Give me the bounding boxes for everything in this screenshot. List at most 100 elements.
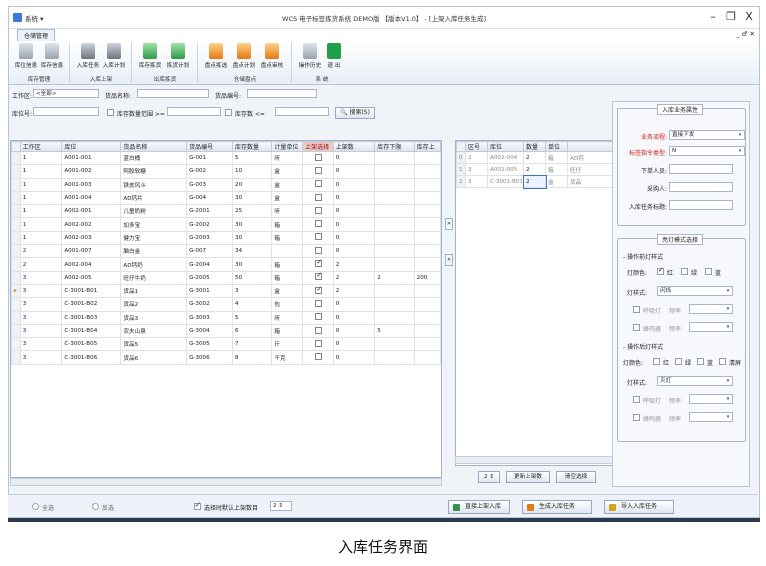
putaway-select-checkbox[interactable] <box>315 299 323 307</box>
table-row[interactable]: 1 A002-001 儿童奶粉 G-2001 25 听 0 <box>11 204 441 219</box>
qty-range-checkbox[interactable] <box>107 109 114 116</box>
col-header-unit[interactable]: 计量单位 <box>271 141 304 152</box>
invert-select-radio[interactable] <box>92 503 99 510</box>
cell-select[interactable] <box>302 217 334 232</box>
cell-putaway-qty[interactable]: 0 <box>332 297 376 312</box>
before-green-checkbox[interactable] <box>681 268 688 275</box>
cell-putaway-qty[interactable]: 2 <box>332 257 376 272</box>
cell-select[interactable] <box>302 310 334 325</box>
table-row[interactable]: 1 A001-004 AD钙片 G-004 30 盒 0 <box>11 190 441 206</box>
putaway-select-checkbox[interactable] <box>315 272 323 281</box>
child-window-controls[interactable]: _ ♂ ✕ <box>736 30 755 38</box>
right-cell-qty[interactable]: 2 <box>523 151 546 164</box>
task-title-input[interactable] <box>669 200 733 210</box>
after-freq-select[interactable]: ▾ <box>689 394 733 404</box>
putaway-select-checkbox[interactable] <box>315 353 323 361</box>
cell-putaway-qty[interactable]: 2 <box>332 270 376 285</box>
after-red-checkbox[interactable] <box>653 358 660 365</box>
goods-code-input[interactable] <box>247 89 317 98</box>
putaway-select-checkbox[interactable] <box>315 233 323 241</box>
table-row[interactable]: 3 C-3001-B02 货品2 G-3002 4 包 0 <box>11 297 441 312</box>
cmd-type-select[interactable]: N ▾ <box>669 146 745 156</box>
cell-putaway-qty[interactable]: 0 <box>332 177 376 192</box>
direct-putaway-button[interactable]: 直接上架入库 <box>448 500 510 514</box>
inventory-audit-button[interactable]: 盘点审核 <box>259 43 285 69</box>
putaway-select-checkbox[interactable] <box>315 326 323 334</box>
update-putaway-qty-button[interactable]: 更新上架数 <box>506 471 550 483</box>
col-header-goods-name[interactable]: 货品名称 <box>120 141 188 152</box>
workzone-select[interactable]: <全部> <box>33 89 99 98</box>
before-blue-checkbox[interactable] <box>705 268 712 275</box>
cell-select[interactable] <box>302 337 334 352</box>
stock-info-button[interactable]: 库存信息 <box>39 43 65 69</box>
table-row[interactable]: 1 A002-002 加多宝 G-2002 30 箱 0 <box>11 217 441 232</box>
table-row[interactable]: 1 A001-003 铁皮风斗 G-003 20 盒 0 <box>11 177 441 192</box>
qty-max-input[interactable] <box>275 107 329 116</box>
table-row[interactable]: 3A002-005旺仔牛奶G-200550箱22200 <box>11 270 441 285</box>
table-row[interactable]: 1 A002-003 健力宝 G-2003 30 箱 0 <box>11 230 441 246</box>
close-button[interactable]: X <box>741 10 757 23</box>
cell-select[interactable] <box>302 257 334 272</box>
cell-putaway-qty[interactable]: 0 <box>332 190 376 206</box>
select-all-radio[interactable] <box>32 503 39 510</box>
after-blue-checkbox[interactable] <box>697 358 704 365</box>
cell-putaway-qty[interactable]: 0 <box>332 337 376 352</box>
cell-select[interactable] <box>302 164 334 179</box>
qty-max-checkbox[interactable] <box>225 109 232 116</box>
right-col-qty[interactable]: 数量 <box>523 141 546 152</box>
cell-select[interactable] <box>302 323 334 339</box>
col-header-putaway-select[interactable]: 上架选择 <box>302 141 334 152</box>
before-red-checkbox[interactable] <box>657 266 664 275</box>
list-item[interactable]: 1 3 A002-005 2 箱旺仔 <box>456 163 614 176</box>
cell-putaway-qty[interactable]: 0 <box>332 150 376 166</box>
move-right-button[interactable]: » <box>445 218 453 230</box>
after-light-style-select[interactable]: 灭灯 ▾ <box>657 376 733 386</box>
list-item[interactable]: 2 3 C-3001-B01 2 盒货品 <box>456 174 614 189</box>
clear-selection-button[interactable]: 清空选择 <box>556 471 596 483</box>
cell-select[interactable] <box>302 350 334 365</box>
putaway-qty-stepper[interactable]: 2 ⇕ <box>478 471 500 483</box>
table-row[interactable]: 2 A001-007 脑白金 G-007 34 0 <box>11 244 441 259</box>
right-col-location[interactable]: 库位 <box>487 141 524 152</box>
after-green-checkbox[interactable] <box>675 358 682 365</box>
putaway-select-checkbox[interactable] <box>315 339 323 347</box>
after-buzzer-checkbox[interactable] <box>633 414 640 421</box>
before-light-style-select[interactable]: 闪烁 ▾ <box>657 286 733 296</box>
cell-select[interactable] <box>302 244 334 259</box>
putaway-select-checkbox[interactable] <box>315 246 323 254</box>
before-buzzer-checkbox[interactable] <box>633 324 640 331</box>
table-row[interactable]: 3 C-3001-B03 货品3 G-3003 5 听 0 <box>11 310 441 325</box>
putaway-select-checkbox[interactable] <box>315 180 323 188</box>
putaway-select-checkbox[interactable] <box>315 193 323 201</box>
right-col-unit[interactable]: 单位 <box>545 141 568 152</box>
before-buzzer-freq-select[interactable]: ▾ <box>689 322 733 332</box>
cell-putaway-qty[interactable]: 0 <box>332 323 376 339</box>
cell-select[interactable] <box>302 190 334 206</box>
cell-select[interactable] <box>302 230 334 246</box>
maximize-button[interactable]: ❐ <box>723 10 739 23</box>
right-col-zone[interactable]: 区号 <box>465 141 488 152</box>
col-header-goods-code[interactable]: 货品编号 <box>186 141 234 152</box>
issuer-input[interactable] <box>669 164 733 174</box>
cell-select[interactable] <box>302 283 334 299</box>
cell-putaway-qty[interactable]: 0 <box>332 164 376 179</box>
cell-select[interactable] <box>302 177 334 192</box>
right-col-extra[interactable] <box>567 141 614 152</box>
after-breath-checkbox[interactable] <box>633 396 640 403</box>
generate-task-button[interactable]: 生成入库任务 <box>522 500 592 514</box>
location-input[interactable] <box>33 107 99 116</box>
biz-flow-select[interactable]: 直接下发 ▾ <box>669 130 745 140</box>
before-breath-checkbox[interactable] <box>633 306 640 313</box>
putaway-select-checkbox[interactable] <box>315 166 323 174</box>
col-header-putaway-qty[interactable]: 上架数 <box>332 141 376 152</box>
cell-select[interactable] <box>302 204 334 219</box>
minimize-button[interactable]: – <box>705 10 721 23</box>
col-header-stock-min[interactable]: 库存下限 <box>374 141 415 152</box>
default-qty-checkbox[interactable] <box>194 501 201 510</box>
table-row[interactable]: 3 C-3001-B04 农夫山泉 G-3004 6 箱 0 5 <box>11 323 441 339</box>
putaway-select-checkbox[interactable] <box>315 313 323 321</box>
table-row[interactable]: ▸3C-3001-B01货品1G-30013盒2 <box>11 283 441 299</box>
col-header-stock-qty[interactable]: 库存数量 <box>232 141 273 152</box>
qty-min-input[interactable] <box>167 107 221 116</box>
cell-select[interactable] <box>302 270 334 285</box>
